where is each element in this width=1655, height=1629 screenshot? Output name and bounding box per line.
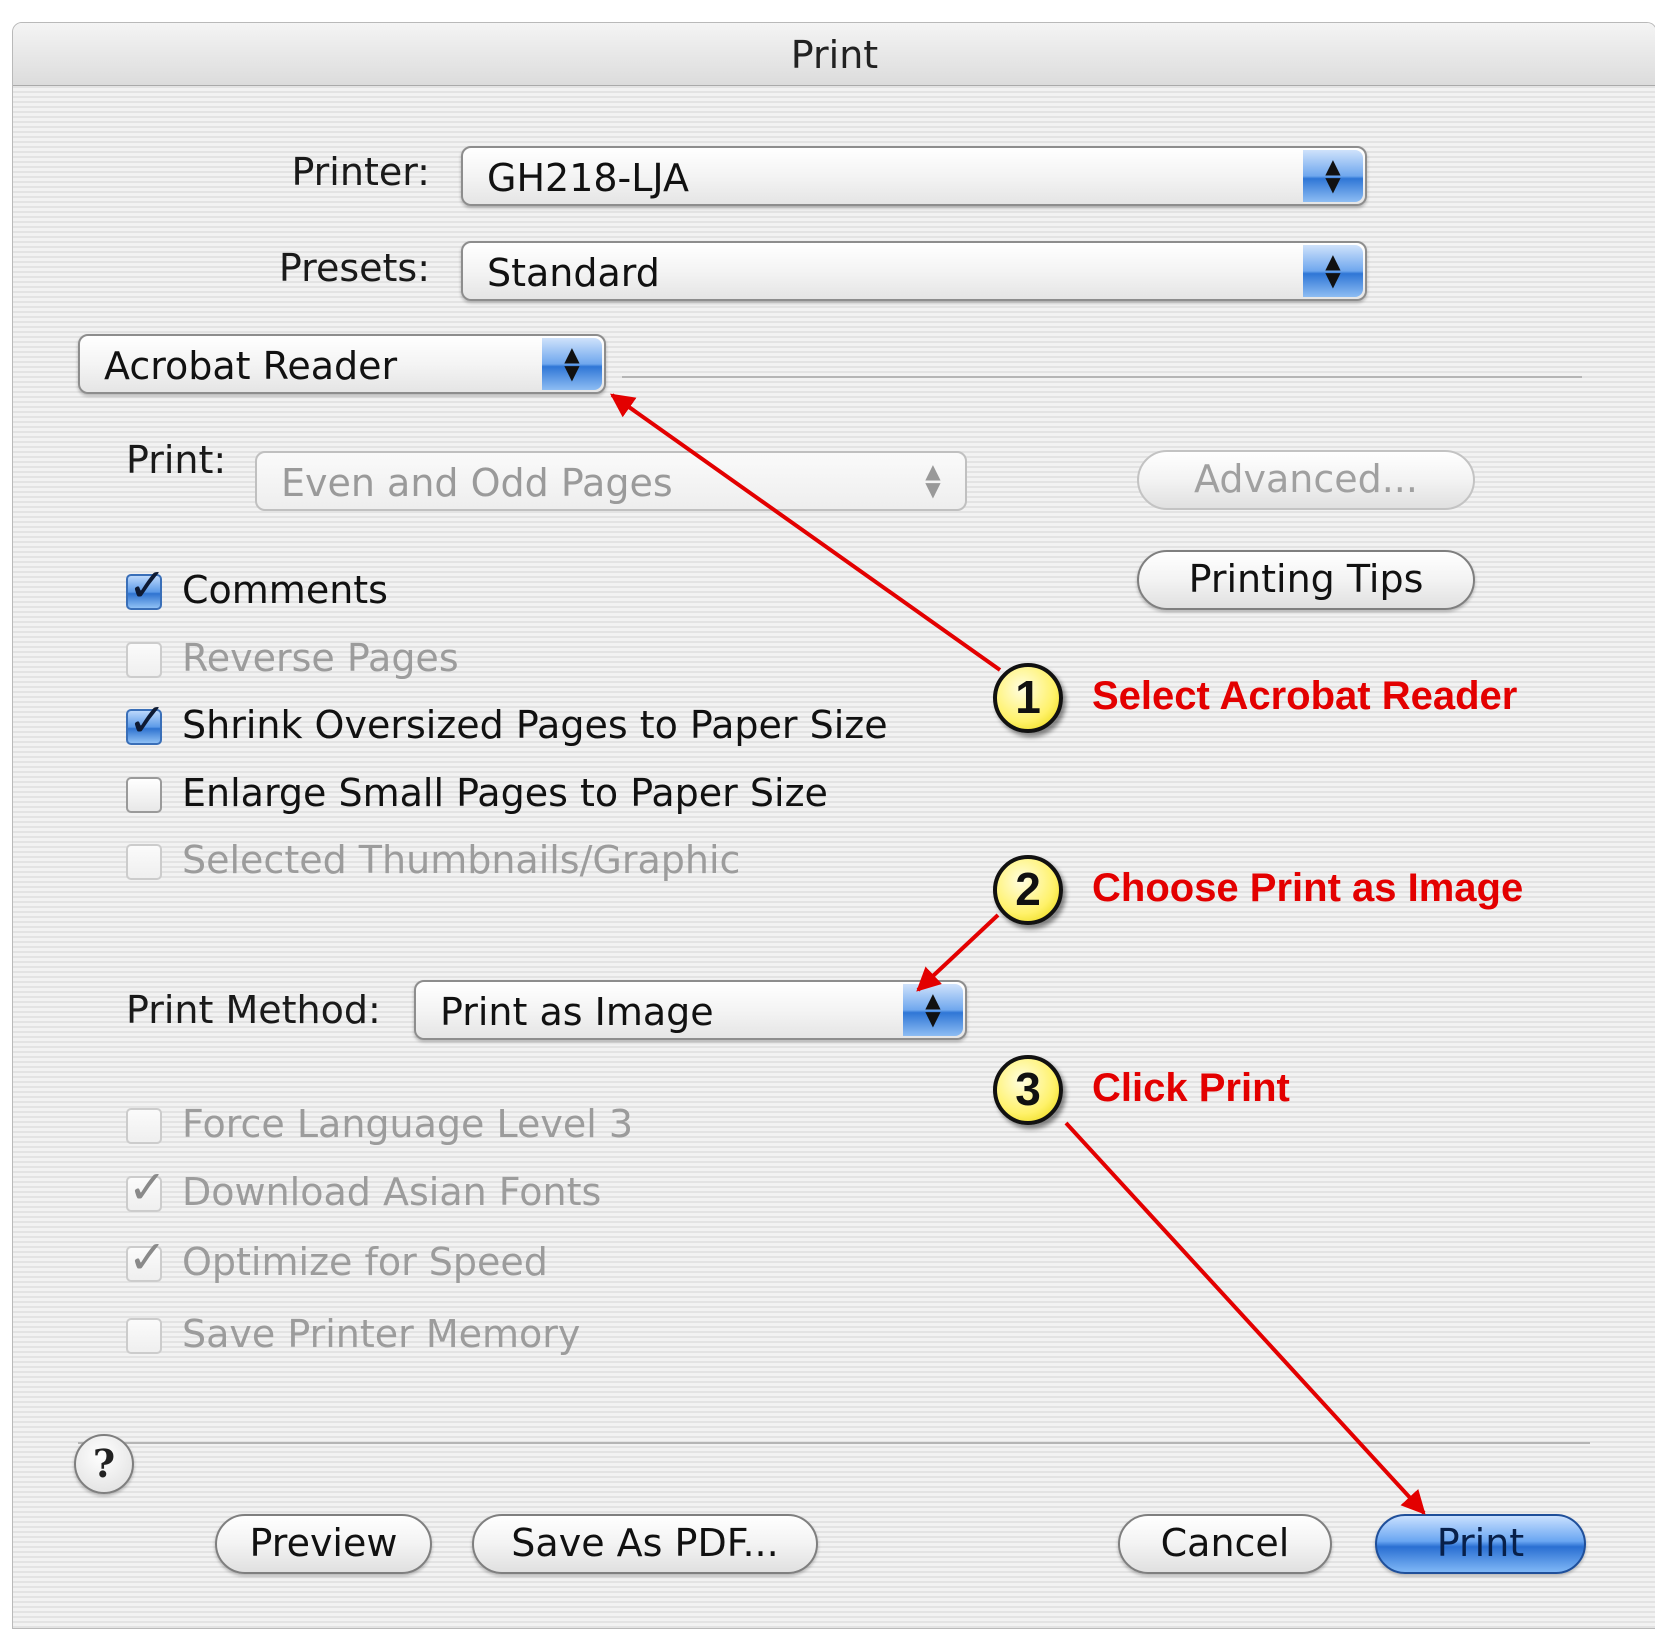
- step-1-badge: 1: [993, 663, 1063, 733]
- step-2-target: Print as Image: [1249, 866, 1524, 910]
- step-2-badge: 2: [993, 855, 1063, 925]
- step-1-prefix: Select: [1092, 674, 1220, 718]
- arrow-to-print-button: [1064, 1121, 1426, 1515]
- step-1-label: Select Acrobat Reader: [1092, 674, 1517, 719]
- step-3-label: Click Print: [1092, 1066, 1290, 1111]
- step-3-badge: 3: [993, 1055, 1063, 1125]
- arrow-to-print-method: [916, 913, 1000, 992]
- step-1-target: Acrobat Reader: [1219, 674, 1518, 718]
- arrow-to-panel-popup: [610, 393, 1002, 672]
- step-2-prefix: Choose: [1092, 866, 1250, 910]
- step-2-label: Choose Print as Image: [1092, 866, 1523, 911]
- step-3-target: Print: [1198, 1066, 1290, 1110]
- step-3-prefix: Click: [1092, 1066, 1199, 1110]
- annotation-arrows: [610, 393, 1426, 1515]
